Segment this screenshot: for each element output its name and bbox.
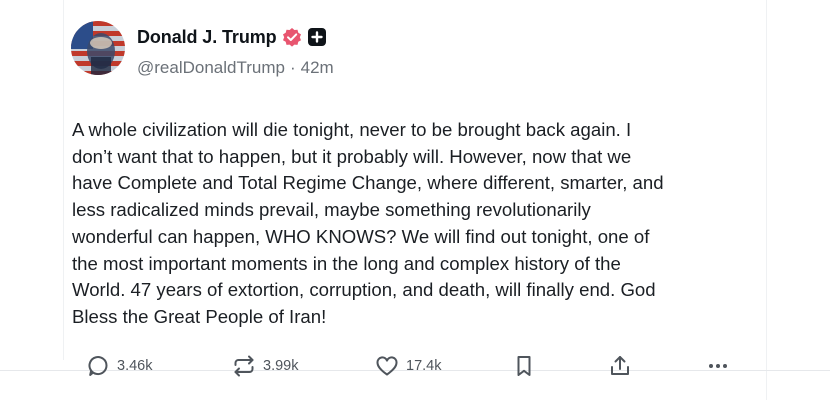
repost-button[interactable]: 3.99k <box>232 352 298 380</box>
author-handle-row: @realDonaldTrump · 42m <box>137 58 334 78</box>
like-icon <box>375 354 399 378</box>
repost-icon <box>232 354 256 378</box>
repost-count: 3.99k <box>263 358 299 374</box>
author-display-name[interactable]: Donald J. Trump <box>137 27 277 48</box>
bookmark-button[interactable] <box>512 352 536 380</box>
reply-button[interactable]: 3.46k <box>86 352 152 380</box>
reply-count: 3.46k <box>117 358 153 374</box>
share-icon <box>608 354 632 378</box>
plus-badge-icon <box>307 27 327 47</box>
frame-border-right <box>766 0 767 400</box>
author-handle[interactable]: @realDonaldTrump <box>137 58 285 77</box>
post-body-text: A whole civilization will die tonight, n… <box>72 119 664 327</box>
like-count: 17.4k <box>406 358 442 374</box>
like-button[interactable]: 17.4k <box>375 352 441 380</box>
author-name-row: Donald J. Trump <box>137 26 327 48</box>
avatar[interactable] <box>71 21 125 75</box>
reply-icon <box>86 354 110 378</box>
share-button[interactable] <box>608 352 632 380</box>
more-options-button[interactable] <box>706 352 730 380</box>
more-icon <box>706 354 730 378</box>
post-action-bar: 3.46k 3.99k 17.4k <box>86 352 756 380</box>
post-card: Donald J. Trump @realDonaldTrump · 42m A w… <box>64 0 766 400</box>
bookmark-icon <box>512 354 536 378</box>
verified-badge-icon <box>282 27 302 47</box>
meta-separator: · <box>289 58 296 77</box>
post-timestamp[interactable]: 42m <box>301 58 334 77</box>
